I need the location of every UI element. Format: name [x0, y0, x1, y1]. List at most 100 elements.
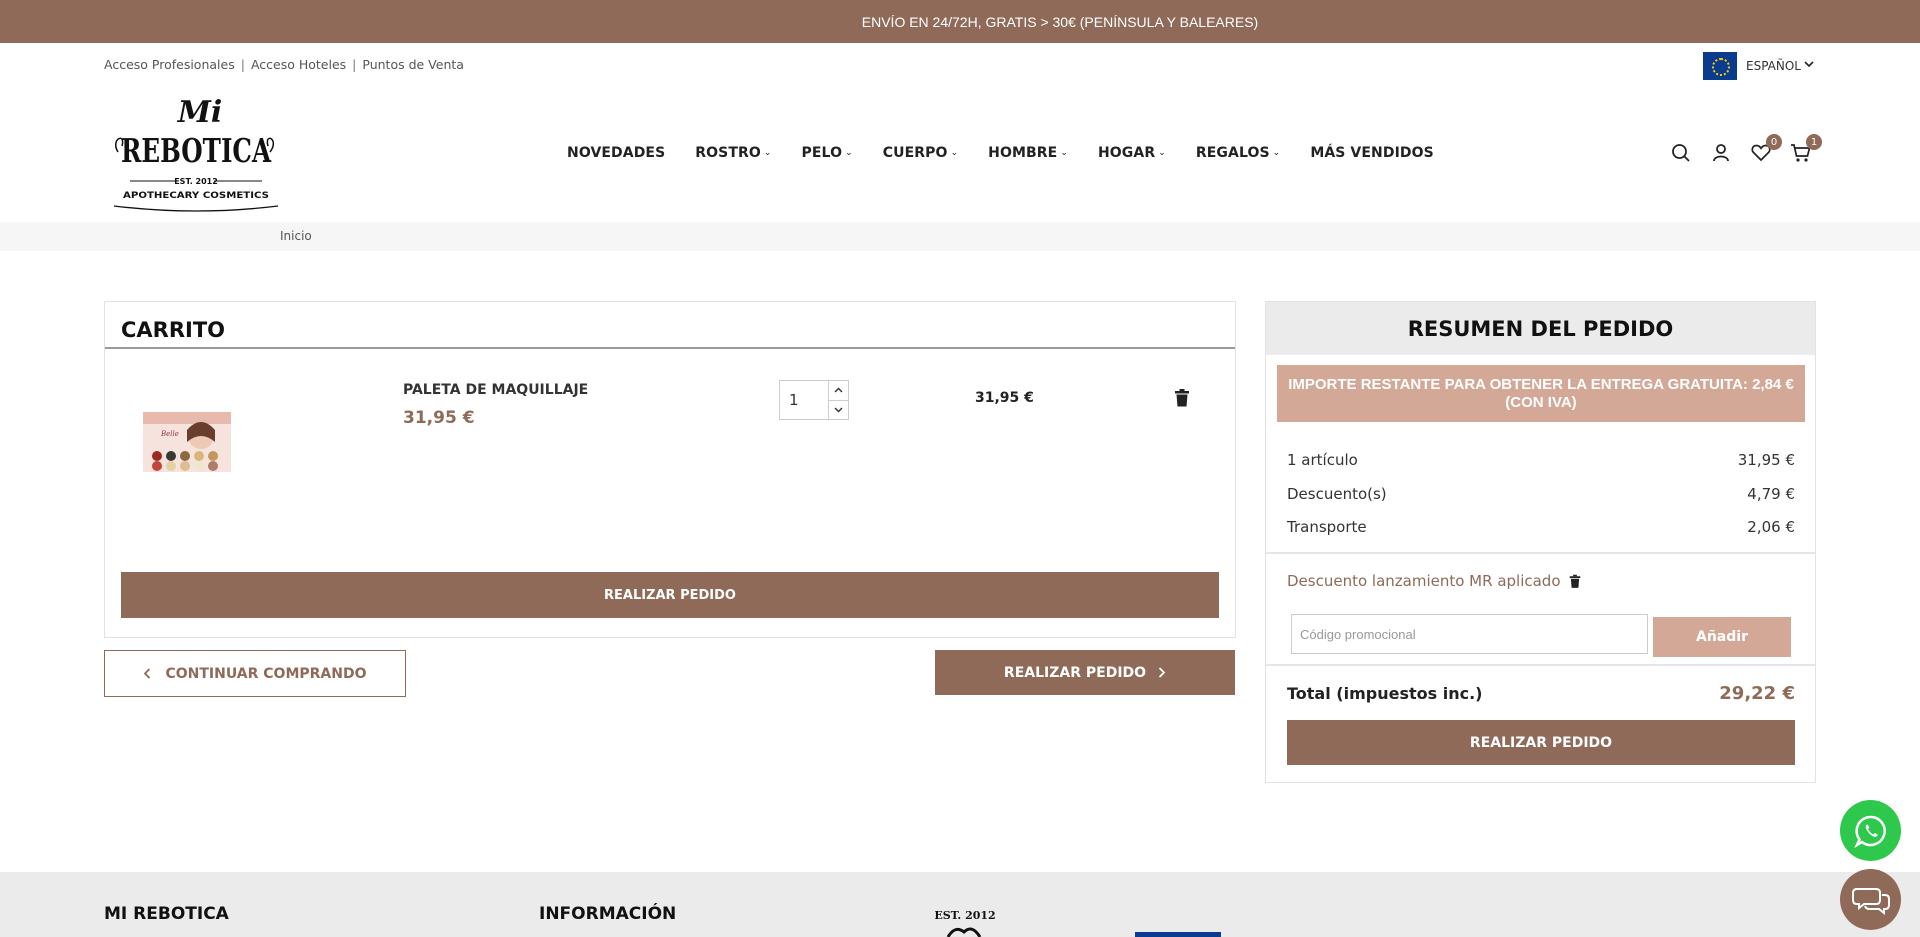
product-name[interactable]: PALETA DE MAQUILLAJE: [403, 382, 588, 398]
add-promo-button[interactable]: Añadir: [1653, 617, 1791, 657]
nav-label: ROSTRO: [695, 145, 761, 161]
announcement-text: ENVÍO EN 24/72H, GRATIS > 30€ (PENÍNSULA…: [861, 13, 1259, 30]
product-price: 31,95 €: [403, 408, 475, 428]
nav-label: NOVEDADES: [567, 145, 666, 161]
logo-line2: REBOTICA: [121, 131, 271, 170]
quantity-input[interactable]: 1: [780, 381, 828, 419]
cart-button[interactable]: 1: [1790, 134, 1822, 164]
remove-item-button[interactable]: [1174, 389, 1190, 407]
summary-label: Descuento(s): [1287, 485, 1387, 503]
summary-divider: [1266, 664, 1815, 666]
nav-hogar[interactable]: HOGAR ⌄: [1098, 145, 1166, 161]
continue-shopping-button[interactable]: CONTINUAR COMPRANDO: [104, 650, 406, 697]
eu-flag-icon: [1703, 52, 1737, 80]
footer-logo-est: EST. 2012: [934, 909, 995, 922]
separator: |: [240, 57, 245, 72]
place-order-button[interactable]: REALIZAR PEDIDO: [121, 572, 1219, 618]
nav-mas-vendidos[interactable]: MÁS VENDIDOS: [1310, 145, 1433, 161]
whatsapp-icon: [1853, 815, 1886, 848]
product-image[interactable]: Belle: [135, 400, 235, 480]
chevron-down-icon: ⌄: [1158, 148, 1166, 158]
footer-eu-banner: [1135, 932, 1221, 937]
nav-rostro[interactable]: ROSTRO ⌄: [695, 145, 771, 161]
line-total: 31,95 €: [975, 390, 1034, 406]
footer-heading-mi-rebotica: MI REBOTICA: [104, 904, 229, 924]
user-icon: [1713, 144, 1729, 162]
summary-place-order-button[interactable]: REALIZAR PEDIDO: [1287, 720, 1795, 765]
summary-label: Transporte: [1287, 518, 1367, 536]
order-summary-panel: RESUMEN DEL PEDIDO IMPORTE RESTANTE PARA…: [1265, 301, 1816, 783]
search-button[interactable]: [1670, 142, 1692, 164]
chat-bubble-icon: [1851, 887, 1890, 915]
applied-voucher: Descuento lanzamiento MR aplicado: [1287, 572, 1581, 590]
chevron-down-icon: [834, 407, 843, 413]
professional-links: Acceso Profesionales | Acceso Hoteles | …: [104, 57, 464, 72]
summary-divider: [1266, 552, 1815, 554]
quantity-up-button[interactable]: [829, 381, 848, 401]
total-value: 29,22 €: [1719, 683, 1795, 704]
nav-label: PELO: [801, 145, 843, 161]
summary-total: Total (impuestos inc.) 29,22 €: [1287, 683, 1795, 704]
nav-regalos[interactable]: REGALOS ⌄: [1196, 145, 1280, 161]
wishlist-count-badge: 0: [1766, 134, 1782, 150]
summary-value: 4,79 €: [1747, 485, 1795, 503]
logo[interactable]: Mi REBOTICA EST. 2012 APOTHECARY COSMETI…: [108, 94, 284, 214]
chat-button[interactable]: [1840, 869, 1901, 930]
voucher-label: Descuento lanzamiento MR aplicado: [1287, 572, 1561, 590]
cart-divider: [105, 347, 1235, 349]
free-shipping-notice: IMPORTE RESTANTE PARA OBTENER LA ENTREGA…: [1277, 365, 1805, 422]
cart-count-badge: 1: [1806, 134, 1822, 150]
main-nav: NOVEDADES ROSTRO ⌄ PELO ⌄ CUERPO ⌄ HOMBRE ⌄ …: [567, 145, 1464, 161]
summary-row-discounts: Descuento(s) 4,79 €: [1287, 485, 1795, 503]
nav-cuerpo[interactable]: CUERPO ⌄: [883, 145, 958, 161]
order-summary-title: RESUMEN DEL PEDIDO: [1266, 302, 1815, 355]
header-icons: 0 1: [1670, 134, 1822, 164]
link-puntos-de-venta[interactable]: Puntos de Venta: [362, 57, 464, 72]
whatsapp-button[interactable]: [1840, 800, 1901, 861]
nav-label: HOGAR: [1097, 145, 1156, 161]
chevron-left-icon: [144, 668, 151, 679]
remove-voucher-button[interactable]: [1569, 574, 1581, 589]
language-label: ESPAÑOL: [1746, 59, 1801, 73]
link-acceso-hoteles[interactable]: Acceso Hoteles: [251, 57, 346, 72]
logo-tagline: APOTHECARY COSMETICS: [123, 191, 269, 201]
footer: MI REBOTICA INFORMACIÓN EST. 2012: [0, 872, 1920, 937]
nav-hombre[interactable]: HOMBRE ⌄: [988, 145, 1068, 161]
place-order-label: REALIZAR PEDIDO: [1003, 664, 1147, 681]
quantity-down-button[interactable]: [829, 401, 848, 420]
quantity-stepper: 1: [779, 380, 849, 420]
logo-line1: Mi: [177, 95, 223, 130]
chevron-down-icon: ⌄: [1060, 148, 1068, 158]
logo-est: EST. 2012: [174, 177, 218, 186]
account-button[interactable]: [1710, 142, 1732, 164]
footer-heading-informacion: INFORMACIÓN: [539, 904, 677, 924]
summary-value: 31,95 €: [1737, 451, 1795, 469]
chevron-down-icon: ⌄: [763, 148, 772, 158]
place-order-button-secondary[interactable]: REALIZAR PEDIDO: [935, 650, 1235, 695]
cart-panel: CARRITO Belle PALETA DE MAQUILLAJE 31,95…: [104, 301, 1236, 638]
nav-label: CUERPO: [882, 145, 948, 161]
nav-label: HOMBRE: [988, 145, 1058, 161]
breadcrumb: Inicio: [0, 222, 1920, 251]
chevron-right-icon: [1158, 667, 1166, 678]
nav-label: MÁS VENDIDOS: [1310, 145, 1434, 161]
continue-shopping-label: CONTINUAR COMPRANDO: [165, 665, 367, 682]
separator: |: [352, 57, 357, 72]
summary-row-shipping: Transporte 2,06 €: [1287, 518, 1795, 536]
wishlist-button[interactable]: 0: [1750, 134, 1782, 164]
search-icon: [1672, 144, 1690, 162]
chevron-down-icon: ⌄: [950, 148, 959, 158]
nav-pelo[interactable]: PELO ⌄: [802, 145, 853, 161]
promo-code-input[interactable]: Código promocional: [1291, 614, 1648, 654]
summary-label: 1 artículo: [1287, 451, 1358, 469]
chevron-up-icon: [834, 387, 843, 393]
cart-title: CARRITO: [121, 318, 225, 342]
language-selector[interactable]: ESPAÑOL: [1703, 52, 1814, 80]
breadcrumb-home[interactable]: Inicio: [280, 229, 312, 243]
nav-novedades[interactable]: NOVEDADES: [567, 145, 665, 161]
chevron-down-icon: [1804, 61, 1814, 68]
chevron-down-icon: ⌄: [845, 148, 853, 158]
summary-value: 2,06 €: [1747, 518, 1795, 536]
link-acceso-profesionales[interactable]: Acceso Profesionales: [104, 57, 235, 72]
nav-label: REGALOS: [1195, 145, 1270, 161]
